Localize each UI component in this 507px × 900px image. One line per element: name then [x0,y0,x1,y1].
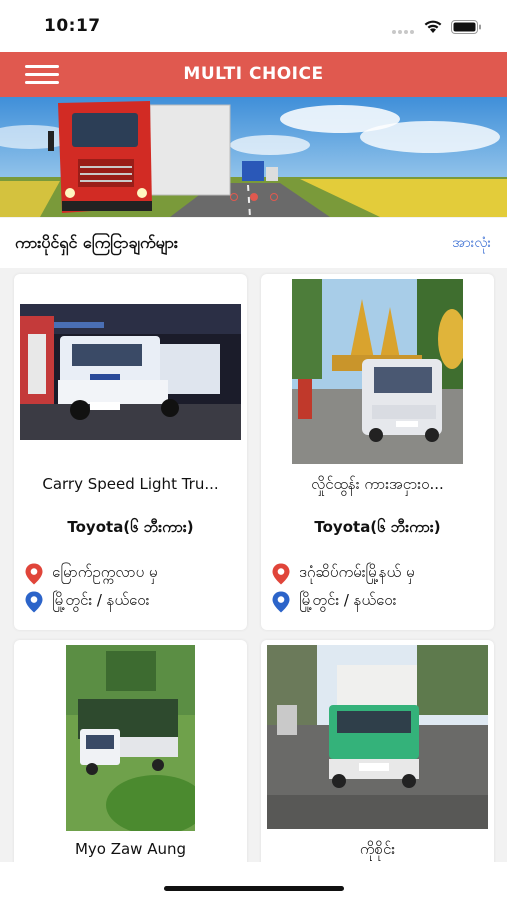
status-bar: 10:17 [0,0,507,52]
listing-brand: Toyota(၆ ဘီးကား) [67,518,194,536]
home-bar [0,862,507,900]
location-pin-icon [25,591,43,613]
banner-carousel[interactable] [0,97,507,217]
from-location-text: ဒဂုံဆိပ်ကမ်းမြို့နယ် မှ [299,563,415,581]
listing-name: လှိုင်ထွန်း ကားအငှားဝ... [311,475,444,493]
carousel-dot[interactable] [229,193,238,201]
carousel-dot-active[interactable] [249,193,258,201]
listing-card[interactable]: လှိုင်ထွန်း ကားအငှားဝ... Toyota(၆ ဘီးကား… [261,274,494,630]
listing-name: Carry Speed Light Tru... [42,475,219,493]
listing-photo [66,645,195,831]
app-title: MULTI CHOICE [183,64,324,84]
listing-card[interactable]: Carry Speed Light Tru... Toyota(၆ ဘီးကား… [14,274,247,630]
listing-photo [20,304,241,440]
listing-name: Myo Zaw Aung [74,840,187,858]
listing-photo [267,645,488,829]
listing-card[interactable]: ကိုစိုင်း [261,640,494,870]
battery-icon [451,20,481,34]
hamburger-menu-icon[interactable] [25,65,59,85]
to-location-text: မြို့တွင်း / နယ်ဝေး [299,591,397,609]
location-pin-icon [272,591,290,613]
from-location-text: မြောက်ဥက္ကလာပ မှ [52,563,158,581]
listing-card[interactable]: Myo Zaw Aung [14,640,247,870]
wifi-icon [424,20,442,33]
signal-dots-icon [392,30,418,34]
listing-brand: Toyota(၆ ဘီးကား) [314,518,441,536]
listing-photo [292,279,463,464]
app-bar: MULTI CHOICE [0,52,507,97]
location-pin-icon [272,563,290,585]
carousel-dot[interactable] [269,193,278,201]
carousel-indicator[interactable] [0,193,507,201]
home-indicator[interactable] [164,886,344,891]
status-time: 10:17 [44,16,101,36]
section-title: ကားပိုင်ရှင် ကြေငြာချက်များ [15,233,178,252]
location-pin-icon [25,563,43,585]
see-all-link[interactable]: အားလုံး [452,233,491,254]
listing-name: ကိုစိုင်း [359,840,396,858]
to-location-text: မြို့တွင်း / နယ်ဝေး [52,591,150,609]
section-header: ကားပိုင်ရှင် ကြေငြာချက်များ အားလုံး [0,218,507,268]
